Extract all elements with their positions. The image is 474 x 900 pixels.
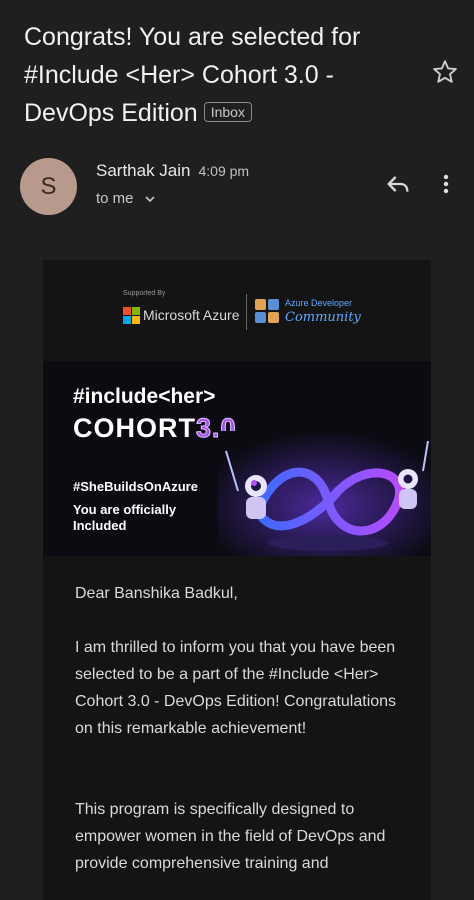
banner-hashtag: #SheBuildsOnAzure [73, 479, 198, 494]
sponsor-header: Supported By Microsoft Azure Azure Devel… [43, 284, 431, 344]
community-title: Azure Developer [285, 298, 353, 308]
avatar[interactable]: S [20, 158, 77, 215]
chevron-down-icon [145, 196, 155, 203]
greeting: Dear Banshika Badkul, [75, 585, 238, 602]
subject-text: Congrats! You are selected for #Include … [24, 23, 361, 127]
avatar-letter: S [40, 172, 57, 200]
banner-officially-line1: You are officially [73, 502, 177, 517]
reply-icon[interactable] [384, 170, 412, 198]
body-paragraph-1: I am thrilled to inform you that you hav… [75, 639, 397, 737]
body-paragraph-2: This program is specifically designed to… [75, 801, 386, 872]
sender-name: Sarthak Jain [96, 161, 191, 180]
cohort-banner-image: #include<her> COHORT3.0 #SheBuildsOnAzur… [43, 361, 431, 556]
email-time: 4:09 pm [198, 163, 250, 179]
inbox-label-badge[interactable]: Inbox [203, 102, 252, 122]
banner-cohort-title: COHORT3.0 [73, 413, 237, 444]
email-subject: Congrats! You are selected for #Include … [24, 18, 414, 132]
microsoft-azure-label: Microsoft Azure [143, 307, 240, 323]
email-body-card: Supported By Microsoft Azure Azure Devel… [43, 260, 431, 900]
azure-developer-community-logo-icon [255, 299, 279, 323]
recipient-toggle[interactable]: to me [96, 190, 156, 207]
more-vert-icon[interactable] [434, 170, 458, 198]
supported-by-label: Supported By [123, 290, 166, 297]
banner-include-her: #include<her> [73, 385, 216, 408]
sender-row: Sarthak Jain 4:09 pm [96, 161, 249, 181]
banner-officially-line2: Included [73, 518, 127, 533]
recipient-text: to me [96, 190, 134, 207]
microsoft-logo-icon [123, 307, 140, 324]
sponsor-divider [246, 294, 247, 330]
community-subtitle: Community [285, 310, 361, 325]
robot-infinity-illustration [218, 431, 431, 556]
banner-cohort-word: COHORT [73, 413, 196, 443]
star-icon[interactable] [431, 58, 459, 86]
